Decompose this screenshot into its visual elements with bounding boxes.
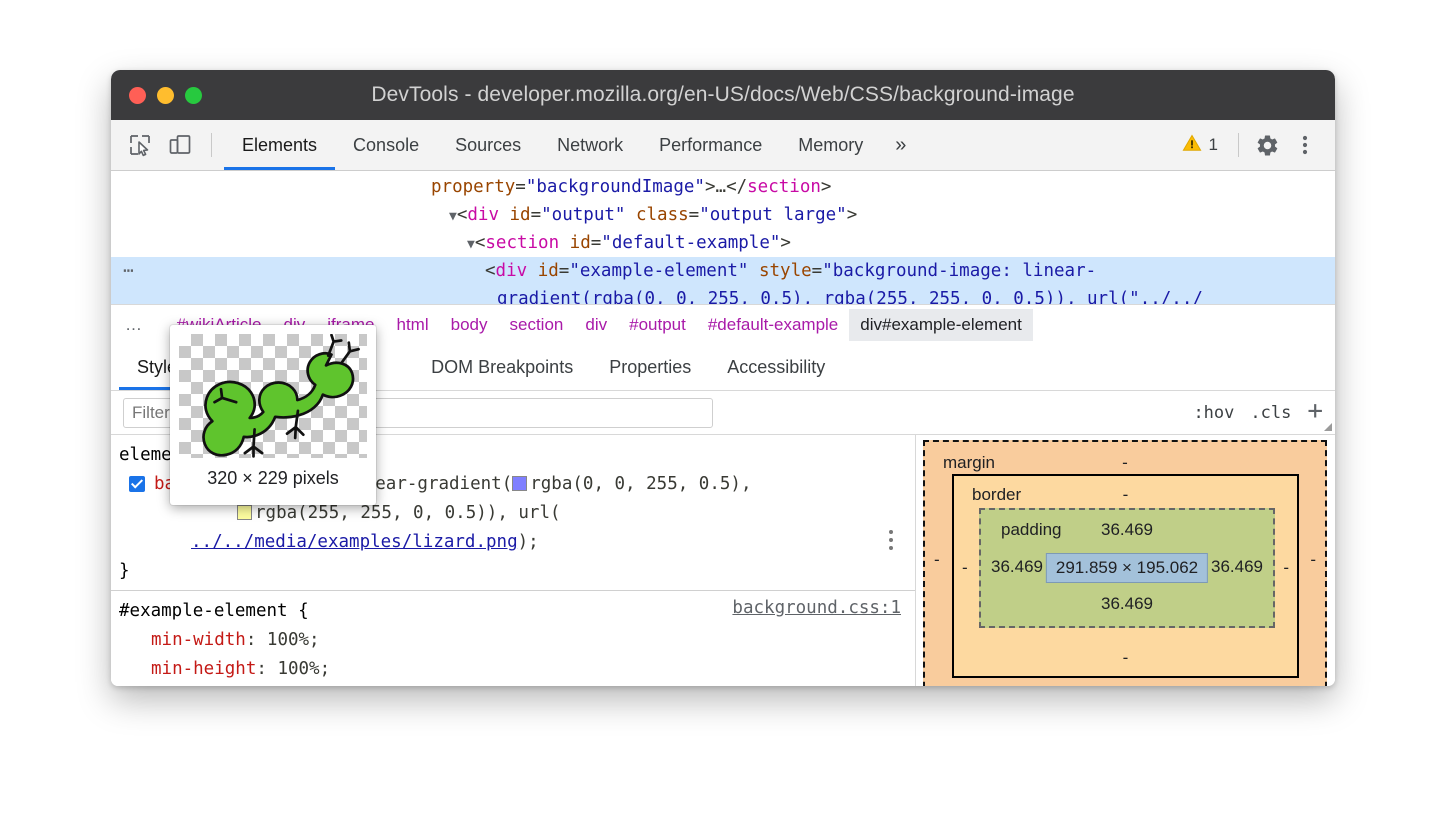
screen: DevTools - developer.mozilla.org/en-US/d…	[0, 0, 1446, 832]
new-style-rule-button[interactable]: +	[1307, 398, 1323, 424]
warning-indicator[interactable]: 1	[1172, 133, 1228, 158]
box-model-border-left[interactable]: -	[962, 558, 968, 578]
panel-tabs: Elements Console Sources Network Perform…	[224, 120, 920, 170]
box-model-border-label: border	[972, 485, 1021, 505]
box-model-border-bottom[interactable]: -	[1123, 648, 1129, 668]
more-tabs-button[interactable]: »	[881, 120, 920, 170]
box-model-margin-right[interactable]: -	[1310, 550, 1316, 570]
declaration-min-height[interactable]: min-height: 100%;	[111, 655, 915, 684]
box-model-border-top[interactable]: -	[1123, 485, 1129, 505]
box-model-border[interactable]: border - - - - padding 36.469 36.469 36.…	[952, 474, 1299, 678]
breadcrumb-item-body[interactable]: body	[440, 309, 499, 341]
styles-toggles: :hov .cls +	[1193, 400, 1331, 426]
dom-line-selected[interactable]: ⋯<div id="example-element" style="backgr…	[111, 257, 1335, 285]
breadcrumb-item-default-example[interactable]: #default-example	[697, 309, 849, 341]
gear-icon[interactable]	[1249, 127, 1285, 163]
kebab-menu-icon[interactable]	[1287, 127, 1323, 163]
minimize-window-button[interactable]	[157, 87, 174, 104]
rule-example-element[interactable]: #example-element { background.css:1 min-…	[111, 590, 915, 686]
tab-performance[interactable]: Performance	[641, 120, 780, 170]
breadcrumb-overflow[interactable]: …	[125, 315, 144, 335]
stylesheet-source-link[interactable]: background.css:1	[732, 598, 901, 618]
resize-grabber-icon[interactable]	[1322, 421, 1332, 431]
dom-line[interactable]: ▼<div id="output" class="output large">	[111, 201, 1335, 229]
dom-tree[interactable]: property="backgroundImage">…</section> ▼…	[111, 171, 1335, 304]
dom-expand-dots[interactable]: ⋯	[123, 257, 149, 285]
breadcrumb-item-div-2[interactable]: div	[574, 309, 618, 341]
toolbar-icon-group	[111, 120, 224, 170]
declaration-min-width[interactable]: min-width: 100%;	[111, 626, 915, 655]
box-model-padding-left[interactable]: 36.469	[991, 557, 1043, 577]
tab-network[interactable]: Network	[539, 120, 641, 170]
box-model-padding-right[interactable]: 36.469	[1211, 557, 1263, 577]
subtab-dom-breakpoints[interactable]: DOM Breakpoints	[413, 345, 591, 390]
dom-line[interactable]: ▼<section id="default-example">	[111, 229, 1335, 257]
toolbar-divider	[211, 133, 212, 157]
subtab-accessibility[interactable]: Accessibility	[709, 345, 843, 390]
declaration-property-min-width[interactable]: min-width	[151, 630, 246, 650]
device-toolbar-icon[interactable]	[165, 130, 195, 160]
tab-memory[interactable]: Memory	[780, 120, 881, 170]
traffic-lights	[129, 87, 202, 104]
zoom-window-button[interactable]	[185, 87, 202, 104]
breadcrumb-item-html[interactable]: html	[386, 309, 440, 341]
dom-line[interactable]: property="backgroundImage">…</section>	[111, 173, 1335, 201]
box-model-padding-top[interactable]: 36.469	[1101, 520, 1153, 540]
declaration-value-end: );	[518, 532, 539, 552]
hov-toggle-button[interactable]: :hov	[1193, 403, 1234, 423]
styles-kebab-menu-icon[interactable]	[889, 530, 893, 550]
box-model-padding-label: padding	[1001, 520, 1062, 540]
toolbar-divider-2	[1238, 133, 1239, 157]
tab-console[interactable]: Console	[335, 120, 437, 170]
filter-placeholder: Filter	[132, 403, 170, 423]
warning-count: 1	[1209, 135, 1218, 155]
rule-close-brace: }	[111, 557, 915, 586]
declaration-property-min-height[interactable]: min-height	[151, 659, 256, 679]
tab-sources[interactable]: Sources	[437, 120, 539, 170]
box-model-padding-bottom[interactable]: 36.469	[1101, 594, 1153, 614]
declaration-enabled-checkbox[interactable]	[129, 476, 145, 492]
box-model-margin-top[interactable]: -	[1122, 453, 1128, 473]
breadcrumb-item-example-element[interactable]: div#example-element	[849, 309, 1033, 341]
tooltip-caption: 320 × 229 pixels	[179, 458, 367, 498]
box-model-content-size[interactable]: 291.859 × 195.062	[1046, 553, 1208, 583]
declaration-rgba-blue[interactable]: rgba(0, 0, 255, 0.5),	[530, 474, 751, 494]
box-model-margin-left[interactable]: -	[934, 550, 940, 570]
color-swatch-blue[interactable]	[512, 476, 527, 491]
box-model-margin[interactable]: margin - - - - border - - - - padding 36…	[923, 440, 1327, 686]
declaration-value-min-height[interactable]: 100%;	[277, 659, 330, 679]
declaration-padding[interactable]: padding: ▶ 10%;	[111, 684, 915, 686]
box-model-padding[interactable]: padding 36.469 36.469 36.469 36.469 291.…	[979, 508, 1275, 628]
breadcrumb-item-section[interactable]: section	[499, 309, 575, 341]
window-title-bar: DevTools - developer.mozilla.org/en-US/d…	[111, 70, 1335, 120]
dom-line-selected-cont[interactable]: gradient(rgba(0, 0, 255, 0.5), rgba(255,…	[111, 285, 1335, 304]
box-model-pane: margin - - - - border - - - - padding 36…	[915, 435, 1335, 686]
devtools-toolbar: Elements Console Sources Network Perform…	[111, 120, 1335, 171]
inspect-cursor-icon[interactable]	[125, 130, 155, 160]
cls-toggle-button[interactable]: .cls	[1250, 403, 1291, 423]
declaration-value-line3[interactable]: ../../media/examples/lizard.png);	[111, 528, 915, 557]
box-model-border-right[interactable]: -	[1283, 558, 1289, 578]
breadcrumb-item-output[interactable]: #output	[618, 309, 697, 341]
box-model-margin-label: margin	[943, 453, 995, 473]
close-window-button[interactable]	[129, 87, 146, 104]
lizard-image	[179, 334, 367, 458]
declaration-value-min-width[interactable]: 100%;	[267, 630, 320, 650]
declaration-rgba-yellow[interactable]: rgba(255, 255, 0, 0.5)), url(	[255, 503, 561, 523]
warning-triangle-icon	[1182, 133, 1202, 158]
color-swatch-yellow[interactable]	[237, 505, 252, 520]
lizard-image-link[interactable]: ../../media/examples/lizard.png	[191, 532, 518, 552]
window-title: DevTools - developer.mozilla.org/en-US/d…	[111, 83, 1335, 107]
image-preview-tooltip: 320 × 229 pixels	[170, 325, 376, 505]
tab-elements[interactable]: Elements	[224, 120, 335, 170]
subtab-properties[interactable]: Properties	[591, 345, 709, 390]
toolbar-right-group: 1	[1172, 120, 1335, 170]
